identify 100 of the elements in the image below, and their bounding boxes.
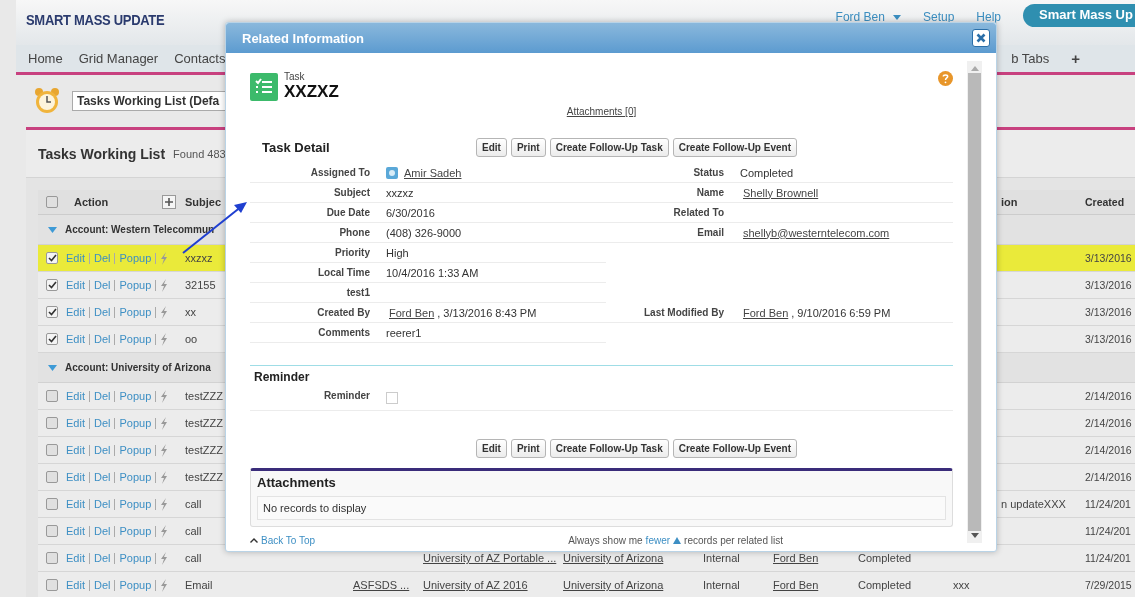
lightning-icon[interactable] (160, 278, 169, 292)
row-checkbox[interactable] (46, 252, 58, 264)
scroll-up-icon[interactable] (970, 65, 979, 71)
select-all-checkbox[interactable] (46, 196, 58, 208)
action-link[interactable]: Edit (66, 333, 89, 345)
action-link[interactable]: Popup (114, 444, 156, 456)
lightning-icon[interactable] (160, 578, 169, 592)
action-link[interactable]: Popup (114, 333, 156, 345)
record-link[interactable]: Shelly Brownell (740, 186, 819, 199)
action-link[interactable]: Edit (66, 552, 89, 564)
action-button[interactable]: Edit (476, 137, 507, 157)
table-link[interactable]: University of AZ 2016 (420, 579, 528, 591)
action-link[interactable]: Del (88, 306, 115, 318)
action-link[interactable]: Del (88, 390, 115, 402)
action-link[interactable]: Del (88, 525, 115, 537)
action-link[interactable]: Del (88, 252, 115, 264)
record-link[interactable]: Ford Ben (386, 306, 435, 319)
collapse-icon[interactable] (48, 364, 57, 371)
attachments-link[interactable]: Attachments [0] (566, 106, 637, 117)
add-column-button[interactable] (162, 195, 176, 209)
action-button[interactable]: Create Follow-Up Task (549, 439, 669, 458)
action-link[interactable]: Del (88, 471, 115, 483)
row-checkbox[interactable] (46, 552, 58, 564)
lightning-icon[interactable] (160, 305, 169, 319)
action-link[interactable]: Popup (114, 498, 156, 510)
table-link[interactable]: Ford Ben (770, 552, 819, 564)
action-link[interactable]: Edit (66, 525, 89, 537)
action-link[interactable]: Edit (66, 471, 89, 483)
row-checkbox[interactable] (46, 279, 58, 291)
table-link[interactable]: University of AZ Portable ... (420, 552, 557, 564)
up-triangle-icon[interactable] (673, 537, 682, 544)
row-checkbox[interactable] (46, 417, 58, 429)
row-checkbox[interactable] (46, 333, 58, 345)
action-link[interactable]: Edit (66, 579, 89, 591)
action-button[interactable]: Print (510, 439, 546, 458)
record-link[interactable]: shellyb@westerntelecom.com (740, 226, 890, 239)
action-link[interactable]: Popup (114, 417, 156, 429)
action-link[interactable]: Edit (66, 252, 89, 264)
help-icon[interactable] (938, 71, 953, 86)
action-link[interactable]: Popup (114, 252, 156, 264)
close-button[interactable] (972, 29, 990, 47)
action-link[interactable]: Popup (114, 279, 156, 291)
collapse-icon[interactable] (48, 226, 57, 233)
lightning-icon[interactable] (160, 443, 169, 457)
action-link[interactable]: Edit (66, 444, 89, 456)
lightning-icon[interactable] (160, 416, 169, 430)
table-link[interactable]: ASFSDS ... (350, 579, 410, 591)
nav-tab[interactable]: Home (20, 51, 71, 66)
action-link[interactable]: Del (88, 279, 115, 291)
action-link[interactable]: Popup (114, 552, 156, 564)
action-link[interactable]: Popup (114, 471, 156, 483)
add-tab-button[interactable]: + (1071, 50, 1080, 67)
action-link[interactable]: Edit (66, 498, 89, 510)
action-link[interactable]: Popup (114, 579, 156, 591)
record-link[interactable]: Ford Ben (740, 306, 789, 319)
back-to-top-link[interactable]: Back To Top (250, 535, 316, 546)
header-link[interactable]: Setup (922, 10, 955, 24)
action-link[interactable]: Popup (114, 390, 156, 402)
action-link[interactable]: Popup (114, 306, 156, 318)
lightning-icon[interactable] (160, 470, 169, 484)
row-checkbox[interactable] (46, 306, 58, 318)
column-header[interactable]: Subjec (182, 196, 222, 208)
action-link[interactable]: Del (88, 444, 115, 456)
action-link[interactable]: Edit (66, 306, 89, 318)
row-checkbox[interactable] (46, 390, 58, 402)
action-link[interactable]: Edit (66, 390, 89, 402)
row-checkbox[interactable] (46, 444, 58, 456)
action-link[interactable]: Edit (66, 279, 89, 291)
action-link[interactable]: Del (88, 333, 115, 345)
row-checkbox[interactable] (46, 579, 58, 591)
action-link[interactable]: Edit (66, 417, 89, 429)
row-checkbox[interactable] (46, 498, 58, 510)
nav-tab[interactable]: b Tabs (1011, 51, 1050, 66)
table-link[interactable]: University of Arizona (560, 579, 664, 591)
fewer-link[interactable]: fewer (645, 535, 671, 546)
lightning-icon[interactable] (160, 251, 169, 265)
action-link[interactable]: Del (88, 498, 115, 510)
lightning-icon[interactable] (160, 551, 169, 565)
row-checkbox[interactable] (46, 525, 58, 537)
column-header[interactable]: ion (998, 196, 1018, 208)
nav-tab[interactable]: Grid Manager (70, 51, 167, 66)
user-link[interactable]: Amir Sadeh (401, 166, 462, 179)
row-checkbox[interactable] (46, 471, 58, 483)
column-header[interactable]: Created (1085, 196, 1125, 208)
table-link[interactable]: Ford Ben (770, 579, 819, 591)
lightning-icon[interactable] (160, 497, 169, 511)
lightning-icon[interactable] (160, 389, 169, 403)
task-row[interactable]: Edit Del Popup Email ASFSDS ... University of AZ 2016 University of Arizona Internal Ford Ben Completed xxx 7/29/2015 (38, 572, 1135, 597)
action-button[interactable]: Create Follow-Up Event (672, 137, 797, 157)
action-button[interactable]: Create Follow-Up Event (672, 439, 797, 458)
action-button[interactable]: Create Follow-Up Task (549, 137, 669, 157)
action-link[interactable]: Del (88, 417, 115, 429)
lightning-icon[interactable] (160, 332, 169, 346)
table-link[interactable]: University of Arizona (560, 552, 664, 564)
lightning-icon[interactable] (160, 524, 169, 538)
action-link[interactable]: Popup (114, 525, 156, 537)
action-button[interactable]: Edit (476, 439, 507, 458)
app-button[interactable]: Smart Mass Up (1023, 4, 1135, 27)
header-link[interactable]: Help (976, 10, 1001, 24)
user-menu[interactable]: Ford Ben (835, 10, 901, 24)
